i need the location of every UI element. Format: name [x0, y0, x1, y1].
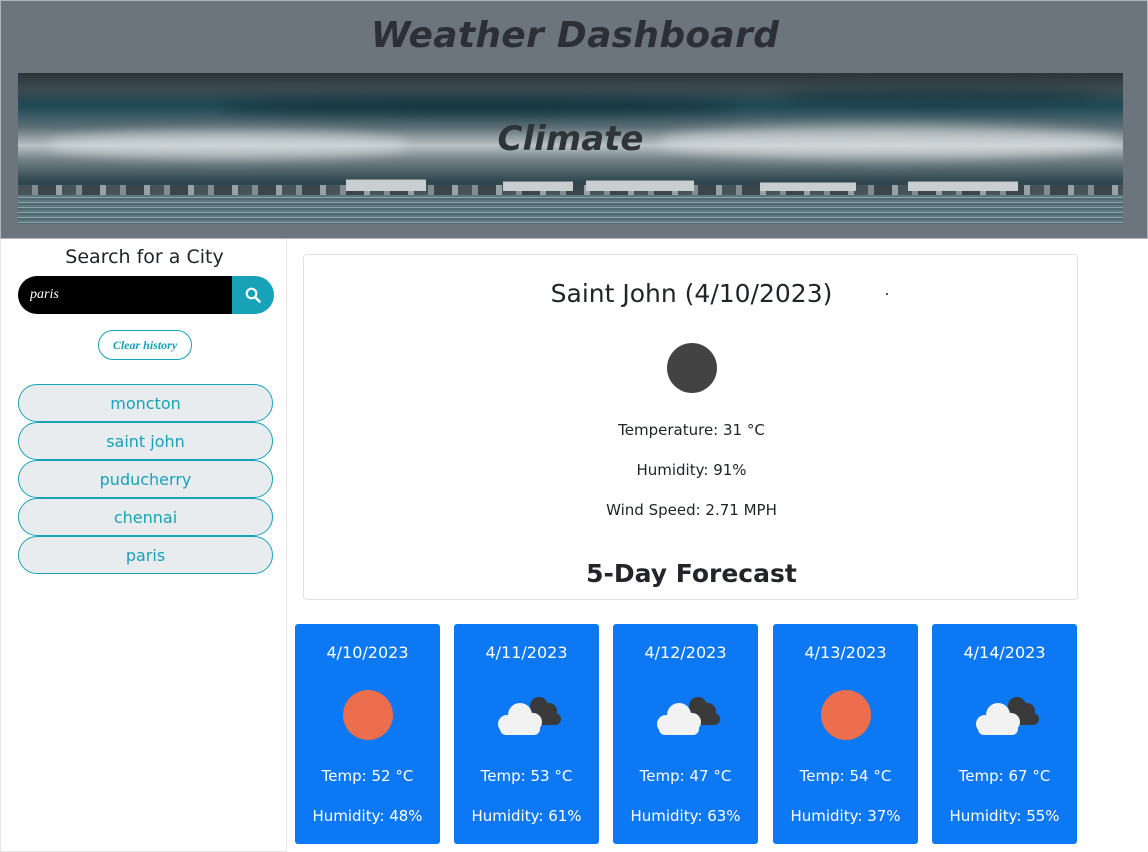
decorative-dot [886, 293, 888, 295]
history-item-paris[interactable]: paris [18, 536, 273, 574]
forecast-card: 4/14/2023 Temp: 67 °C Humidity: 55% [932, 624, 1077, 844]
forecast-temp: Temp: 52 °C [321, 767, 414, 785]
forecast-date: 4/10/2023 [326, 643, 409, 662]
search-input[interactable] [18, 276, 232, 314]
banner-label: Climate [497, 119, 644, 159]
forecast-temp: Temp: 47 °C [639, 767, 732, 785]
sun-icon [821, 690, 871, 740]
forecast-humidity: Humidity: 37% [790, 807, 901, 825]
forecast-card: 4/11/2023 Temp: 53 °C Humidity: 61% [454, 624, 599, 844]
search-history-list: moncton saint john puducherry chennai pa… [18, 384, 273, 574]
forecast-card: 4/10/2023 Temp: 52 °C Humidity: 48% [295, 624, 440, 844]
cloud-icon [498, 697, 561, 735]
forecast-date: 4/13/2023 [804, 643, 887, 662]
sun-icon [343, 690, 393, 740]
forecast-date: 4/11/2023 [485, 643, 568, 662]
forecast-humidity: Humidity: 55% [949, 807, 1060, 825]
cloud-icon [657, 697, 720, 735]
forecast-card: 4/12/2023 Temp: 47 °C Humidity: 63% [613, 624, 758, 844]
history-item-chennai[interactable]: chennai [18, 498, 273, 536]
header: Weather Dashboard Climate [0, 0, 1148, 239]
search-icon [245, 287, 261, 303]
forecast-date: 4/14/2023 [963, 643, 1046, 662]
search-button[interactable] [232, 276, 274, 314]
forecast-title: 5-Day Forecast [586, 559, 797, 588]
forecast-temp: Temp: 54 °C [799, 767, 892, 785]
current-wind-speed: Wind Speed: 2.71 MPH [606, 501, 777, 519]
forecast-humidity: Humidity: 48% [312, 807, 423, 825]
current-temperature: Temperature: 31 °C [618, 421, 765, 439]
forecast-card: 4/13/2023 Temp: 54 °C Humidity: 37% [773, 624, 918, 844]
forecast-humidity: Humidity: 63% [630, 807, 741, 825]
sidebar: Search for a City Clear history moncton … [0, 239, 287, 852]
history-item-moncton[interactable]: moncton [18, 384, 273, 422]
search-title: Search for a City [65, 246, 224, 268]
forecast-date: 4/12/2023 [644, 643, 727, 662]
clear-history-button[interactable]: Clear history [98, 330, 192, 360]
forecast-temp: Temp: 67 °C [958, 767, 1051, 785]
current-humidity: Humidity: 91% [636, 461, 747, 479]
history-item-puducherry[interactable]: puducherry [18, 460, 273, 498]
banner-image: Climate [18, 73, 1123, 224]
forecast-row: 4/10/2023 Temp: 52 °C Humidity: 48% 4/11… [295, 624, 1080, 844]
forecast-temp: Temp: 53 °C [480, 767, 573, 785]
dark-circle-icon [667, 343, 717, 393]
history-item-saint-john[interactable]: saint john [18, 422, 273, 460]
search-bar [18, 276, 274, 314]
current-weather-card: Saint John (4/10/2023) Temperature: 31 °… [303, 254, 1078, 600]
forecast-humidity: Humidity: 61% [471, 807, 582, 825]
app-title: Weather Dashboard [370, 15, 780, 56]
city-title: Saint John (4/10/2023) [550, 279, 833, 308]
cloud-icon [976, 697, 1039, 735]
